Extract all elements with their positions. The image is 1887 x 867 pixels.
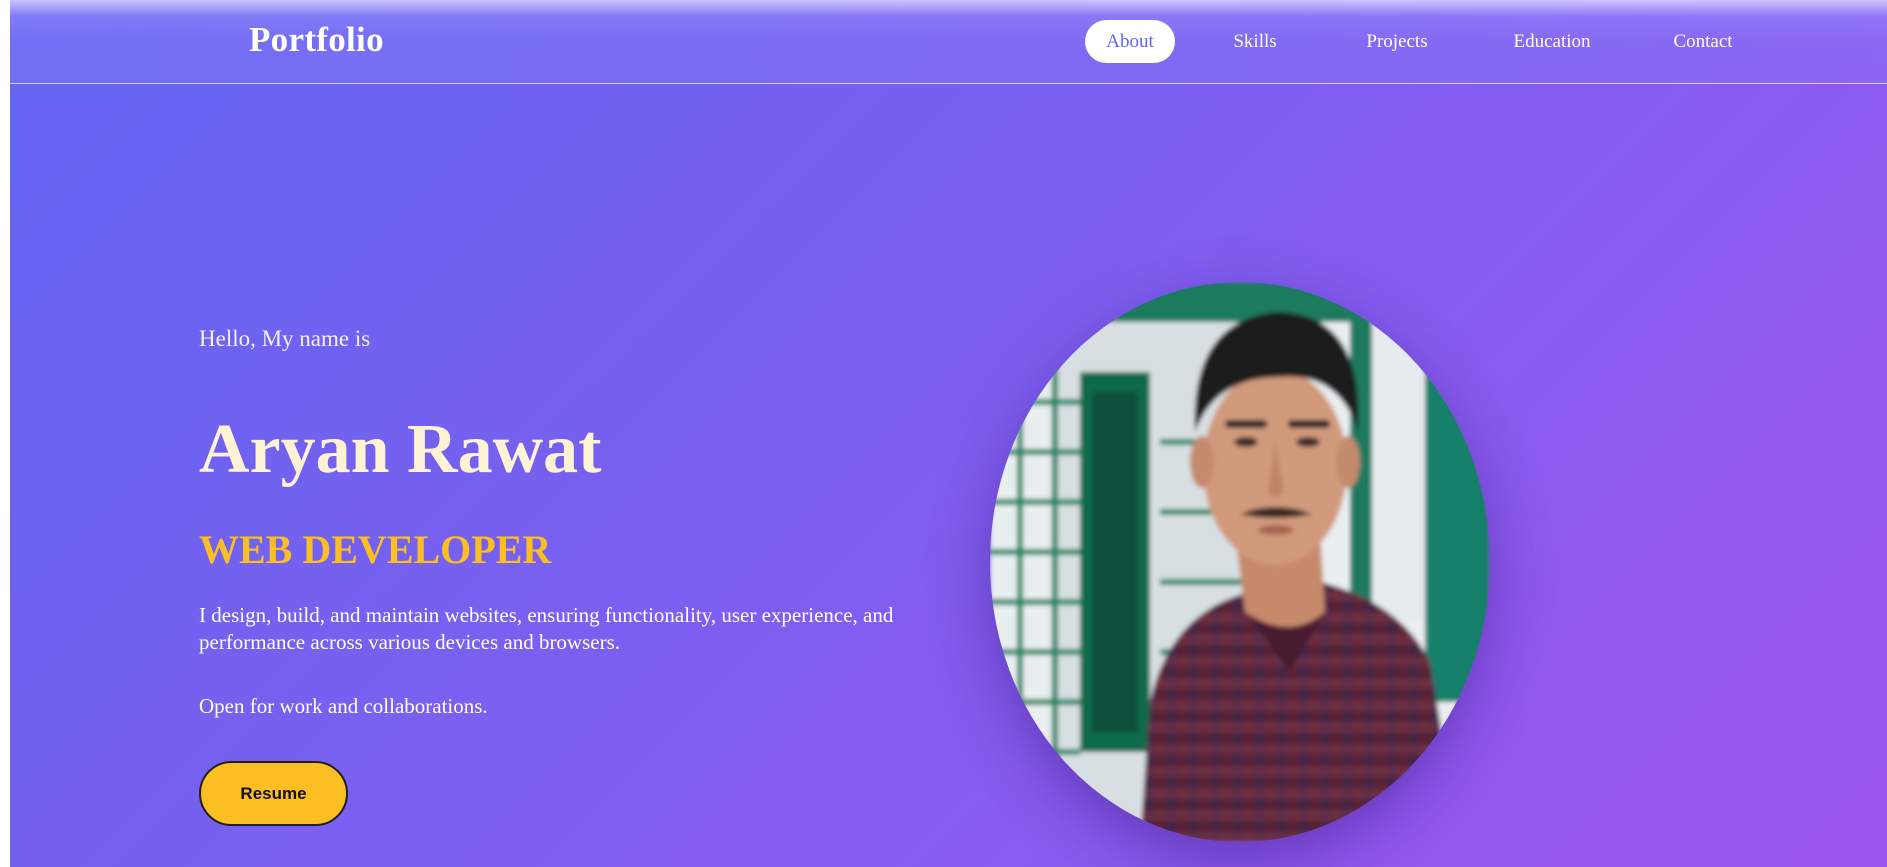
navbar: Portfolio About Skills Projects Educatio…: [10, 0, 1887, 84]
profile-photo-image: [990, 282, 1490, 842]
brand-logo[interactable]: Portfolio: [249, 20, 384, 60]
hero-role: WEB DEVELOPER: [199, 527, 552, 572]
resume-button[interactable]: Resume: [199, 761, 348, 826]
profile-photo: [990, 282, 1490, 842]
nav-link-contact[interactable]: Contact: [1658, 20, 1748, 63]
nav-link-projects[interactable]: Projects: [1352, 20, 1442, 63]
hero-greeting: Hello, My name is: [199, 326, 371, 351]
hero-availability: Open for work and collaborations.: [199, 694, 488, 718]
nav-link-about[interactable]: About: [1085, 20, 1175, 63]
nav-link-education[interactable]: Education: [1497, 20, 1607, 63]
page-background: Portfolio About Skills Projects Educatio…: [10, 0, 1887, 867]
hero-description: I design, build, and maintain websites, …: [199, 603, 894, 654]
nav-link-skills[interactable]: Skills: [1220, 20, 1290, 63]
hero-name: Aryan Rawat: [199, 411, 602, 488]
